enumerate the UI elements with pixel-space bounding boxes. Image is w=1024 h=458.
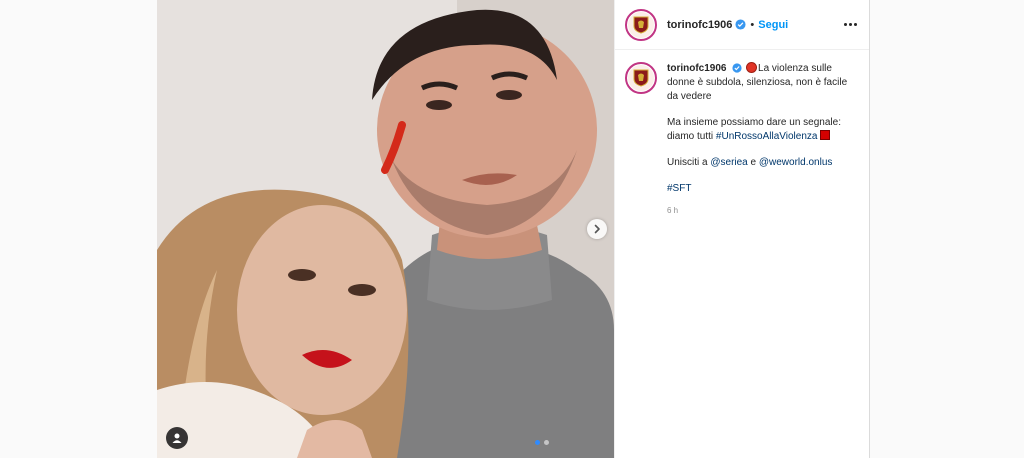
chevron-right-icon bbox=[594, 224, 600, 234]
carousel-next-button[interactable] bbox=[587, 219, 607, 239]
tagged-users-button[interactable] bbox=[166, 427, 188, 449]
avatar[interactable] bbox=[625, 8, 657, 41]
follow-button[interactable]: Segui bbox=[758, 19, 788, 31]
selfie-illustration bbox=[157, 0, 614, 458]
torino-crest-icon bbox=[633, 16, 649, 34]
caption-block: torinofc1906 La violenza sulle donne è s… bbox=[615, 50, 869, 230]
post-side-panel: torinofc1906 • Segui torinofc1906 La vio… bbox=[614, 0, 870, 458]
hashtag-link[interactable]: #UnRossoAllaViolenza bbox=[716, 131, 818, 142]
carousel-dot bbox=[544, 440, 549, 445]
post-timestamp[interactable]: 6 h bbox=[667, 204, 859, 218]
separator-dot: • bbox=[750, 18, 755, 31]
mention-link-seriea[interactable]: @seriea bbox=[710, 157, 747, 168]
post-photo bbox=[157, 0, 614, 458]
hashtag-link-sft[interactable]: #SFT bbox=[667, 183, 691, 194]
user-tag-icon bbox=[172, 433, 182, 443]
torino-crest-icon bbox=[633, 69, 649, 87]
post-modal: torinofc1906 • Segui torinofc1906 La vio… bbox=[0, 0, 1024, 458]
red-square-emoji-icon bbox=[820, 130, 831, 140]
verified-badge-icon bbox=[735, 19, 746, 30]
username-link[interactable]: torinofc1906 bbox=[667, 19, 732, 31]
mention-link-weworld[interactable]: @weworld.onlus bbox=[759, 157, 833, 168]
caption-line-3-prefix: Unisciti a bbox=[667, 157, 711, 168]
post-header: torinofc1906 • Segui bbox=[615, 0, 869, 50]
caption-text: torinofc1906 La violenza sulle donne è s… bbox=[667, 62, 859, 218]
caption-avatar[interactable] bbox=[625, 62, 657, 94]
caption-username[interactable]: torinofc1906 bbox=[667, 63, 726, 74]
caption-line-3-mid: e bbox=[747, 157, 759, 168]
verified-badge-icon bbox=[732, 63, 742, 73]
carousel-dots bbox=[535, 440, 549, 445]
more-options-icon[interactable] bbox=[844, 23, 857, 26]
carousel-dot-active bbox=[535, 440, 540, 445]
red-circle-emoji-icon bbox=[746, 62, 758, 73]
